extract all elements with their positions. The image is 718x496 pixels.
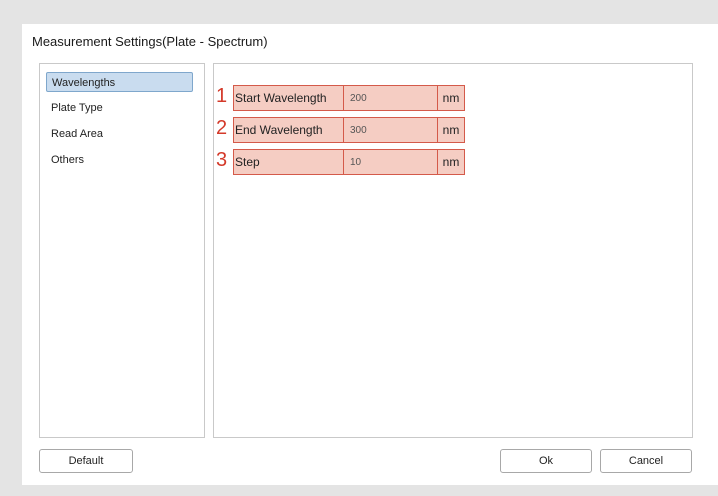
step-row: Step nm	[233, 149, 465, 175]
ok-button[interactable]: Ok	[500, 449, 592, 473]
end-wavelength-input[interactable]	[344, 118, 438, 142]
end-wavelength-row: End Wavelength nm	[233, 117, 465, 143]
annotation-number-3: 3	[216, 149, 228, 171]
end-wavelength-unit: nm	[442, 123, 460, 137]
nav-item-others[interactable]: Others	[46, 150, 193, 170]
step-unit: nm	[442, 155, 460, 169]
step-input[interactable]	[344, 150, 438, 174]
nav-item-plate-type[interactable]: Plate Type	[46, 98, 193, 118]
start-wavelength-unit: nm	[442, 91, 460, 105]
step-label: Step	[234, 150, 344, 174]
start-wavelength-row: Start Wavelength nm	[233, 85, 465, 111]
measurement-settings-dialog: Measurement Settings(Plate - Spectrum) W…	[22, 24, 718, 485]
default-button[interactable]: Default	[39, 449, 133, 473]
annotation-number-2: 2	[216, 117, 228, 139]
dialog-title: Measurement Settings(Plate - Spectrum)	[32, 34, 268, 49]
start-wavelength-label: Start Wavelength	[234, 86, 344, 110]
wavelength-settings-panel: 1 Start Wavelength nm 2 End Wavelength n…	[213, 63, 693, 438]
annotation-number-1: 1	[216, 85, 228, 107]
cancel-button[interactable]: Cancel	[600, 449, 692, 473]
start-wavelength-input[interactable]	[344, 86, 438, 110]
settings-category-list: Wavelengths Plate Type Read Area Others	[39, 63, 205, 438]
end-wavelength-label: End Wavelength	[234, 118, 344, 142]
nav-item-read-area[interactable]: Read Area	[46, 124, 193, 144]
nav-item-wavelengths[interactable]: Wavelengths	[46, 72, 193, 92]
